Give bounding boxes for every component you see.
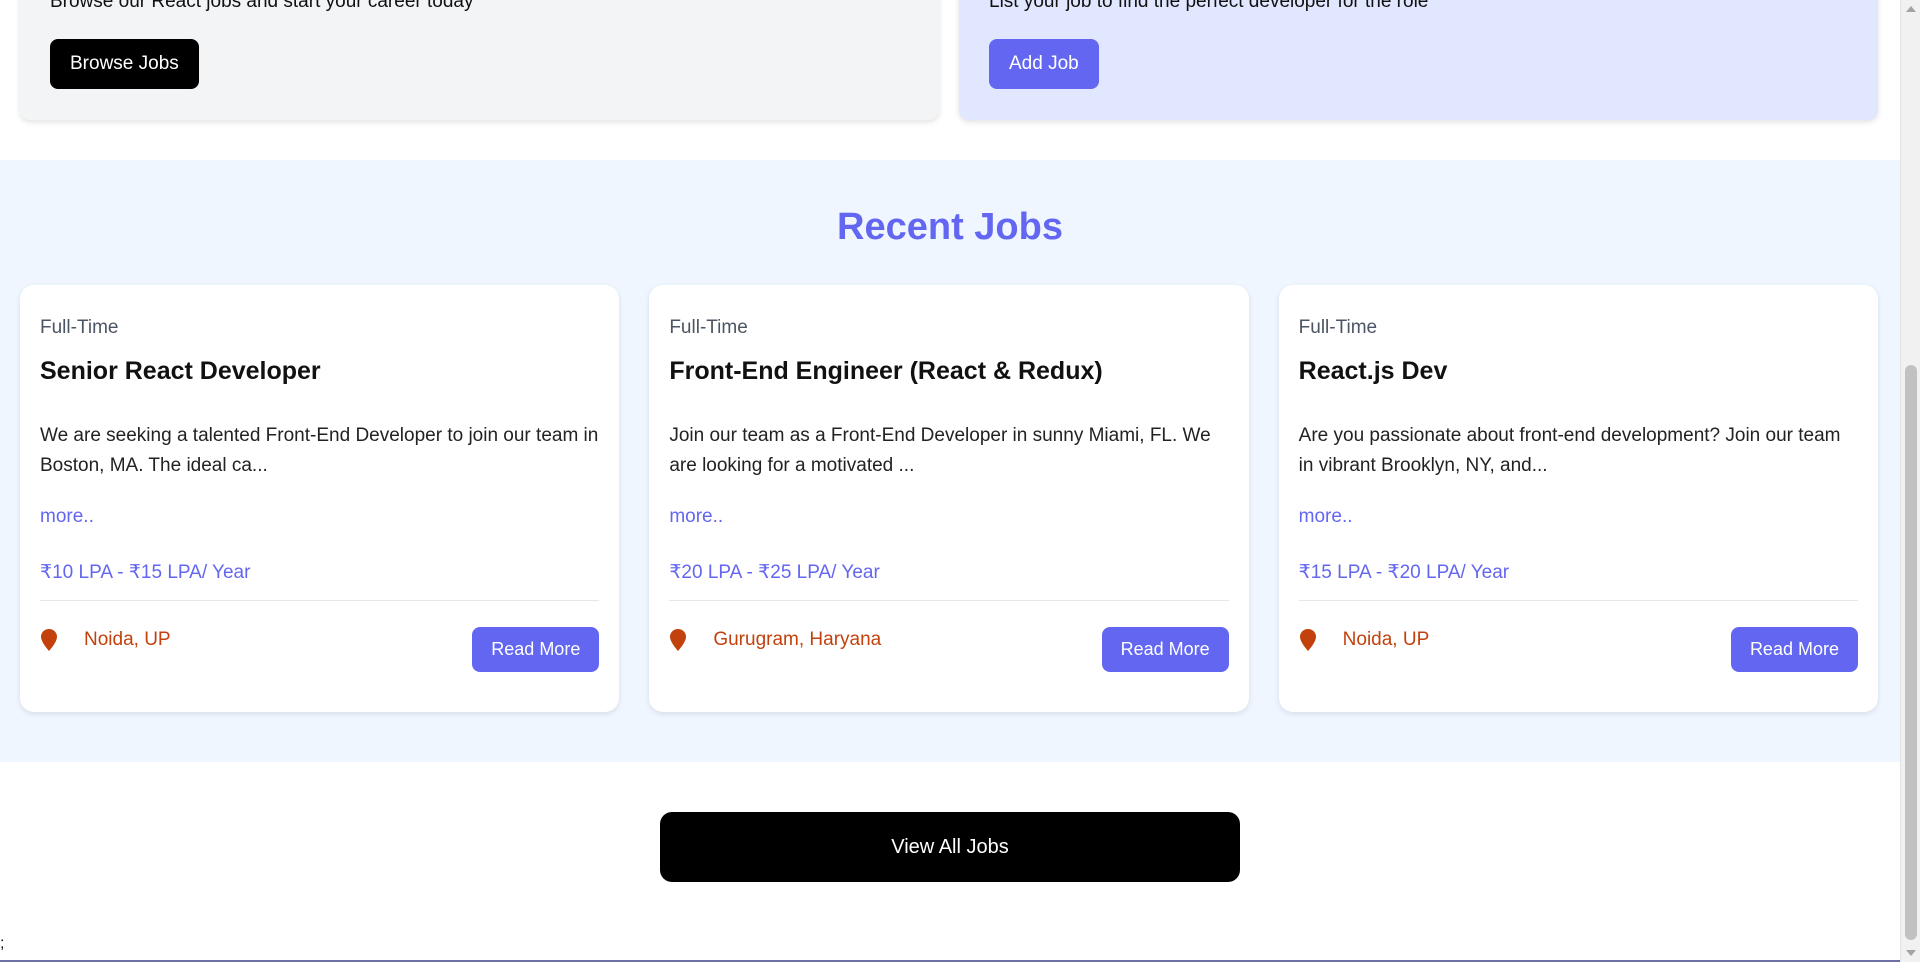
promo-row: Browse our React jobs and start your car… [20,0,1878,120]
job-cards: Full-Time Senior React Developer We are … [20,285,1878,712]
developers-card: Browse our React jobs and start your car… [20,0,939,120]
job-salary: ₹15 LPA - ₹20 LPA/ Year [1298,562,1510,583]
recent-jobs-section: Recent Jobs Full-Time Senior React Devel… [0,160,1900,762]
map-pin-icon [41,629,57,651]
stray-text: ; [0,935,5,952]
job-card: Full-Time Front-End Engineer (React & Re… [649,285,1249,712]
scrollbar-thumb[interactable] [1905,365,1917,940]
add-job-button[interactable]: Add Job [989,39,1099,89]
location-text: Gurugram, Haryana [713,629,882,650]
job-location: Noida, UP [1299,629,1430,651]
job-salary: ₹20 LPA - ₹25 LPA/ Year [669,562,880,583]
map-pin-icon [670,629,687,651]
job-type: Full-Time [40,317,119,338]
view-all-jobs-button[interactable]: View All Jobs [660,812,1240,882]
job-description: We are seeking a talented Front-End Deve… [40,425,599,476]
read-more-button[interactable]: Read More [1730,627,1858,672]
page: Browse our React jobs and start your car… [0,0,1900,962]
job-title: Front-End Engineer (React & Redux) [669,357,1103,385]
map-pin-icon [1299,629,1316,651]
job-description: Are you passionate about front-end devel… [1298,425,1841,476]
more-link[interactable]: more.. [669,506,723,528]
job-location: Gurugram, Haryana [669,629,881,651]
more-link[interactable]: more.. [40,506,94,528]
job-card: Full-Time React.js Dev Are you passionat… [1278,285,1878,712]
job-title: React.js Dev [1298,357,1448,385]
location-text: Noida, UP [84,629,171,650]
employers-card: List your job to find the perfect develo… [959,0,1878,120]
scroll-down-arrow-icon[interactable] [1906,950,1916,956]
job-card: Full-Time Senior React Developer We are … [20,285,620,712]
read-more-button[interactable]: Read More [1101,627,1229,672]
scroll-up-arrow-icon[interactable] [1906,6,1916,12]
job-title: Senior React Developer [40,357,321,385]
job-location: Noida, UP [40,629,171,651]
vertical-scrollbar[interactable] [1900,0,1920,962]
location-text: Noida, UP [1342,629,1430,650]
job-salary: ₹10 LPA - ₹15 LPA/ Year [40,562,251,583]
job-type: Full-Time [669,317,748,338]
browse-jobs-button[interactable]: Browse Jobs [50,39,199,89]
more-link[interactable]: more.. [1299,506,1353,528]
read-more-button[interactable]: Read More [472,627,600,672]
divider [1298,600,1858,601]
divider [669,600,1229,601]
job-description: Join our team as a Front-End Developer i… [669,425,1211,476]
employers-card-text: List your job to find the perfect develo… [989,0,1429,12]
recent-jobs-title: Recent Jobs [837,206,1063,248]
divider [40,600,600,601]
developers-card-text: Browse our React jobs and start your car… [50,0,474,12]
job-type: Full-Time [1298,317,1378,338]
